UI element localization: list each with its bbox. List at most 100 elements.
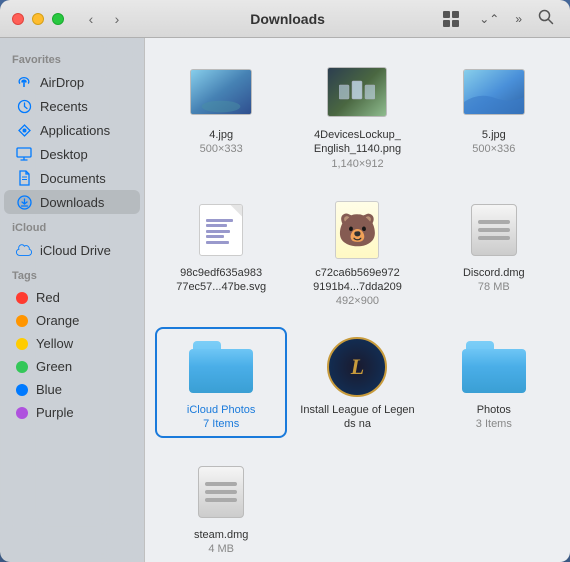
file-name-photos: Photos — [477, 403, 511, 417]
close-button[interactable] — [12, 13, 24, 25]
favorites-label: Favorites — [0, 46, 144, 70]
file-size-pooh: 492×900 — [336, 295, 379, 307]
desktop-label: Desktop — [40, 147, 88, 162]
downloads-label: Downloads — [40, 195, 104, 210]
file-item-pooh[interactable]: 🐻 c72ca6b569e9729191b4...7dda209 492×900 — [293, 192, 421, 314]
file-size-5jpg: 500×336 — [472, 143, 515, 155]
sidebar-item-desktop[interactable]: Desktop — [4, 142, 140, 166]
sort-chevrons[interactable]: ⌄⌃ — [475, 10, 503, 28]
sidebar-item-orange[interactable]: Orange — [4, 309, 140, 332]
file-item-league[interactable]: L Install League of Legends na — [293, 329, 421, 438]
recents-label: Recents — [40, 99, 88, 114]
sidebar-item-applications[interactable]: Applications — [4, 118, 140, 142]
view-grid-button[interactable] — [435, 8, 467, 30]
window-title: Downloads — [140, 11, 435, 27]
navigation-buttons: ‹ › — [80, 8, 128, 30]
purple-dot — [16, 407, 28, 419]
file-name-league: Install League of Legends na — [299, 403, 415, 432]
titlebar: ‹ › Downloads ⌄⌃ » — [0, 0, 570, 38]
file-size-4jpg: 500×333 — [200, 143, 243, 155]
tags-label: Tags — [0, 262, 144, 286]
file-item-photos[interactable]: Photos 3 Items — [430, 329, 558, 436]
file-icon-league: L — [325, 335, 389, 399]
yellow-label: Yellow — [36, 336, 73, 351]
green-label: Green — [36, 359, 72, 374]
airdrop-label: AirDrop — [40, 75, 84, 90]
file-icon-lockup — [325, 60, 389, 124]
file-size-steam: 4 MB — [208, 543, 234, 555]
icloud-label: iCloud — [0, 214, 144, 238]
file-icon-steam — [189, 460, 253, 524]
file-name-pooh: c72ca6b569e9729191b4...7dda209 — [313, 266, 402, 295]
file-item-discord[interactable]: Discord.dmg 78 MB — [430, 192, 558, 299]
applications-icon — [16, 122, 32, 138]
file-icon-icloud-photos — [189, 335, 253, 399]
file-name-4jpg: 4.jpg — [209, 128, 233, 142]
sidebar-item-documents[interactable]: Documents — [4, 166, 140, 190]
purple-label: Purple — [36, 405, 74, 420]
file-item-steam[interactable]: steam.dmg 4 MB — [157, 454, 285, 561]
red-label: Red — [36, 290, 60, 305]
forward-button[interactable]: › — [106, 8, 128, 30]
blue-dot — [16, 384, 28, 396]
traffic-lights — [12, 13, 64, 25]
sidebar-item-recents[interactable]: Recents — [4, 94, 140, 118]
titlebar-actions: ⌄⌃ » — [435, 7, 558, 30]
file-name-5jpg: 5.jpg — [482, 128, 506, 142]
sidebar: Favorites AirDrop Recents — [0, 38, 145, 562]
downloads-icon — [16, 194, 32, 210]
sidebar-item-icloud-drive[interactable]: iCloud Drive — [4, 238, 140, 262]
maximize-button[interactable] — [52, 13, 64, 25]
recents-icon — [16, 98, 32, 114]
folder-icon-icloud — [189, 341, 253, 393]
red-dot — [16, 292, 28, 304]
orange-label: Orange — [36, 313, 79, 328]
sidebar-item-purple[interactable]: Purple — [4, 401, 140, 424]
file-name-svg: 98c9edf635a98377ec57...47be.svg — [176, 266, 266, 295]
minimize-button[interactable] — [32, 13, 44, 25]
applications-label: Applications — [40, 123, 110, 138]
sidebar-item-yellow[interactable]: Yellow — [4, 332, 140, 355]
file-icon-discord — [462, 198, 526, 262]
file-name-steam: steam.dmg — [194, 528, 248, 542]
file-item-lockup[interactable]: 4DevicesLockup_English_1140.png 1,140×91… — [293, 54, 421, 176]
file-item-5jpg[interactable]: 5.jpg 500×336 — [430, 54, 558, 161]
icloud-drive-label: iCloud Drive — [40, 243, 111, 258]
file-area: 4.jpg 500×333 4DevicesL — [145, 38, 570, 562]
sidebar-item-red[interactable]: Red — [4, 286, 140, 309]
content-area: Favorites AirDrop Recents — [0, 38, 570, 562]
file-item-4jpg[interactable]: 4.jpg 500×333 — [157, 54, 285, 161]
file-icon-pooh: 🐻 — [325, 198, 389, 262]
file-size-discord: 78 MB — [478, 281, 510, 293]
desktop-icon — [16, 146, 32, 162]
folder-icon-photos — [462, 341, 526, 393]
green-dot — [16, 361, 28, 373]
file-icon-5jpg — [462, 60, 526, 124]
file-icon-4jpg — [189, 60, 253, 124]
documents-icon — [16, 170, 32, 186]
more-options[interactable]: » — [511, 10, 526, 28]
sidebar-item-airdrop[interactable]: AirDrop — [4, 70, 140, 94]
file-size-icloud-photos: 7 Items — [203, 418, 239, 430]
blue-label: Blue — [36, 382, 62, 397]
file-icon-svg — [189, 198, 253, 262]
sidebar-item-green[interactable]: Green — [4, 355, 140, 378]
file-name-icloud-photos: iCloud Photos — [187, 403, 256, 417]
back-button[interactable]: ‹ — [80, 8, 102, 30]
file-size-photos: 3 Items — [476, 418, 512, 430]
orange-dot — [16, 315, 28, 327]
yellow-dot — [16, 338, 28, 350]
sidebar-item-downloads[interactable]: Downloads — [4, 190, 140, 214]
sidebar-item-blue[interactable]: Blue — [4, 378, 140, 401]
file-item-svg[interactable]: 98c9edf635a98377ec57...47be.svg — [157, 192, 285, 301]
airdrop-icon — [16, 74, 32, 90]
file-size-lockup: 1,140×912 — [331, 158, 383, 170]
file-grid: 4.jpg 500×333 4DevicesL — [157, 54, 558, 561]
icloud-drive-icon — [16, 242, 32, 258]
documents-label: Documents — [40, 171, 106, 186]
file-name-discord: Discord.dmg — [463, 266, 525, 280]
file-icon-photos — [462, 335, 526, 399]
file-item-icloud-photos[interactable]: iCloud Photos 7 Items — [157, 329, 285, 436]
search-button[interactable] — [534, 7, 558, 30]
file-name-lockup: 4DevicesLockup_English_1140.png — [314, 128, 401, 157]
